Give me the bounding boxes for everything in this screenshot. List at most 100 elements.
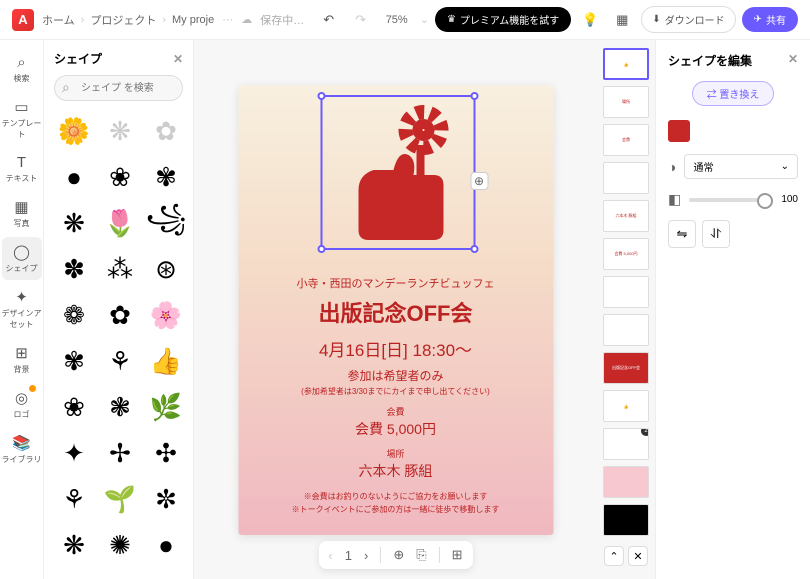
rail-templates[interactable]: ▭テンプレート — [2, 92, 42, 146]
shape-thumb[interactable]: ❀ — [54, 387, 94, 427]
add-page-button[interactable]: ⊕ — [393, 547, 404, 563]
shape-thumb[interactable]: ⊛ — [146, 249, 186, 289]
shape-thumb[interactable]: 🌸 — [146, 295, 186, 335]
shape-thumb[interactable]: ✽ — [54, 249, 94, 289]
shape-thumb[interactable]: ⚘ — [100, 341, 140, 381]
premium-button[interactable]: ♛ プレミアム機能を試す — [435, 7, 571, 32]
next-page-button[interactable]: › — [364, 548, 368, 563]
replace-button[interactable]: ⇄ 置き換え — [692, 81, 775, 106]
resize-handle[interactable] — [317, 245, 325, 253]
shape-thumb[interactable]: ✾ — [54, 341, 94, 381]
duplicate-page-button[interactable]: ⎘ — [416, 547, 426, 563]
flip-vertical-button[interactable]: ⥯ — [702, 220, 730, 248]
poster-title[interactable]: 出版記念OFF会 — [258, 296, 533, 328]
shape-thumb[interactable]: ✺ — [100, 525, 140, 565]
poster-note[interactable]: ※会費はお釣りのないようにご協力をお願いします — [258, 491, 533, 502]
page-thumb[interactable]: 会費 5,000円 — [603, 238, 649, 270]
shape-thumb[interactable]: 🌱 — [100, 479, 140, 519]
shape-thumb[interactable]: ꧁ — [146, 203, 186, 243]
resize-handle[interactable] — [470, 92, 478, 100]
breadcrumb-home[interactable]: ホーム — [42, 12, 75, 28]
page-thumb[interactable] — [603, 466, 649, 498]
poster-note[interactable]: ※トークイベントにご参加の方は一緒に徒歩で移動します — [258, 504, 533, 515]
shape-thumb[interactable]: ❃ — [100, 387, 140, 427]
shape-thumb[interactable]: ❋ — [100, 111, 140, 151]
shape-thumb[interactable]: 👍 — [146, 341, 186, 381]
poster-place[interactable]: 六本木 豚組 — [258, 461, 533, 481]
add-handle[interactable]: ⊕ — [470, 172, 488, 190]
rail-logo[interactable]: ◎ロゴ — [2, 383, 42, 426]
shape-thumb[interactable]: ⚘ — [54, 479, 94, 519]
breadcrumb-project[interactable]: My proje — [172, 14, 214, 26]
page-thumb[interactable]: 出版記念OFF会 — [603, 352, 649, 384]
poster-place-label[interactable]: 場所 — [258, 447, 533, 460]
shape-thumb[interactable]: ⁂ — [100, 249, 140, 289]
rail-background[interactable]: ⊞背景 — [2, 338, 42, 381]
blend-mode-dropdown[interactable]: 通常 ⌄ — [684, 154, 798, 179]
rail-shapes[interactable]: ◯シェイプ — [2, 237, 42, 280]
download-button[interactable]: ⬇ ダウンロード — [641, 6, 735, 33]
page-thumb[interactable]: 会費 — [603, 124, 649, 156]
more-icon[interactable]: ⋯ — [222, 13, 233, 26]
shapes-search-input[interactable] — [54, 75, 183, 101]
close-icon[interactable]: ✕ — [788, 52, 798, 69]
page-thumb[interactable] — [603, 504, 649, 536]
shape-thumb[interactable]: ❀ — [100, 157, 140, 197]
poster-subtitle[interactable]: 小寺・西田のマンデーランチビュッフェ — [258, 275, 533, 291]
shape-thumb[interactable]: ❋ — [54, 525, 94, 565]
poster-fee[interactable]: 会費 5,000円 — [258, 419, 533, 439]
flip-horizontal-button[interactable]: ⇋ — [668, 220, 696, 248]
selection-box[interactable]: ⊕ — [320, 95, 475, 250]
shape-thumb[interactable]: ✿ — [146, 111, 186, 151]
lightbulb-icon[interactable]: 💡 — [577, 7, 603, 33]
shape-thumb[interactable]: 🌼 — [54, 111, 94, 151]
calendar-icon[interactable]: ▦ — [609, 7, 635, 33]
shape-thumb[interactable]: ✾ — [146, 157, 186, 197]
shape-thumb[interactable]: 🌿 — [146, 387, 186, 427]
page-thumb[interactable]: 場所 — [603, 86, 649, 118]
undo-button[interactable]: ↶ — [316, 7, 342, 33]
prev-page-button[interactable]: ‹ — [328, 548, 332, 563]
rail-text[interactable]: Tテキスト — [2, 148, 42, 190]
page-thumb[interactable] — [603, 276, 649, 308]
page-close-button[interactable]: ✕ — [628, 546, 648, 566]
shape-thumb[interactable]: ✣ — [146, 433, 186, 473]
app-logo[interactable]: A — [12, 9, 34, 31]
canvas[interactable]: ⊕ 小寺・西田のマンデーランチビュッフェ 出版記念OFF会 4月16日[日] 1… — [238, 85, 553, 535]
page-thumb[interactable]: 2 — [603, 428, 649, 460]
poster-fine-print[interactable]: (参加希望者は3/30までにカイまで申し出てください) — [258, 386, 533, 397]
rail-search[interactable]: ⌕検索 — [2, 48, 42, 90]
shape-thumb[interactable]: ✿ — [100, 295, 140, 335]
page-thumb[interactable]: 👍 — [603, 390, 649, 422]
page-collapse-button[interactable]: ⌃ — [604, 546, 624, 566]
resize-handle[interactable] — [317, 92, 325, 100]
canvas-area[interactable]: ⊕ 小寺・西田のマンデーランチビュッフェ 出版記念OFF会 4月16日[日] 1… — [194, 40, 597, 579]
page-thumb[interactable]: 👍 — [603, 48, 649, 80]
poster-fee-label[interactable]: 会費 — [258, 405, 533, 418]
shape-thumb[interactable]: ✢ — [100, 433, 140, 473]
rail-assets[interactable]: ✦デザインアセット — [2, 282, 42, 336]
shape-thumb[interactable]: ✦ — [54, 433, 94, 473]
page-thumb[interactable] — [603, 314, 649, 346]
resize-handle[interactable] — [470, 245, 478, 253]
fill-color-swatch[interactable] — [668, 120, 690, 142]
breadcrumb-projects[interactable]: プロジェクト — [90, 12, 156, 28]
rail-library[interactable]: 📚ライブラリ — [2, 428, 42, 471]
page-thumb[interactable] — [603, 162, 649, 194]
shape-thumb[interactable]: ❁ — [54, 295, 94, 335]
redo-button[interactable]: ↷ — [348, 7, 374, 33]
chevron-down-icon[interactable]: ⌄ — [420, 13, 429, 26]
shape-thumb[interactable]: ❋ — [54, 203, 94, 243]
grid-view-button[interactable]: ⊞ — [452, 547, 463, 563]
page-thumb[interactable]: 六本木 豚組 — [603, 200, 649, 232]
share-button[interactable]: ✈ 共有 — [742, 7, 798, 32]
shape-thumb[interactable]: ● — [146, 525, 186, 565]
shape-thumb[interactable]: ● — [54, 157, 94, 197]
poster-participation[interactable]: 参加は希望者のみ — [258, 367, 533, 384]
page-number[interactable]: 1 — [345, 548, 352, 563]
close-icon[interactable]: ✕ — [173, 52, 183, 66]
shape-thumb[interactable]: 🌷 — [100, 203, 140, 243]
poster-date[interactable]: 4月16日[日] 18:30〜 — [258, 336, 533, 361]
zoom-level[interactable]: 75% — [380, 14, 414, 26]
shape-thumb[interactable]: ✼ — [146, 479, 186, 519]
